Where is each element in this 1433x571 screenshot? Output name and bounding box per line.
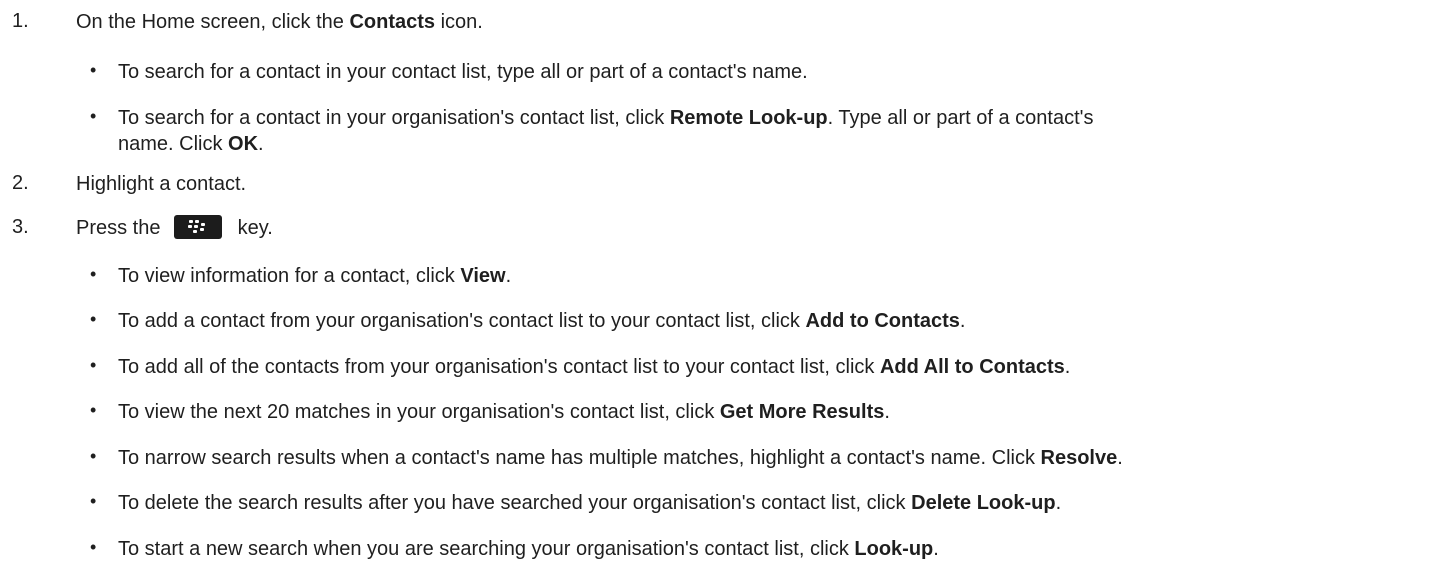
bullet-text-part-bold: Look-up [854,538,934,560]
bullet-text: To add a contact from your organisation'… [118,309,965,333]
step-text-part: Highlight a contact. [76,173,247,195]
bullet-text: To delete the search results after you h… [118,491,1061,515]
bullet-text-part: To add all of the contacts from your org… [118,356,880,378]
bullet-text-part-bold: Get More Results [719,401,885,423]
bullet-text-part-bold: Delete Look-up [911,492,1056,514]
step-text-part-bold: Contacts [349,11,436,33]
step-number: 2. [12,172,29,194]
step-text-part: key. [232,217,273,239]
bullet-text-part: . [1117,447,1123,469]
bullet-text-part-bold: Add to Contacts [805,310,960,332]
bullet-text-part: To search for a contact in your contact … [118,61,808,83]
bullet-text-part: To view information for a contact, click [118,265,461,287]
bullet: • [90,491,97,511]
bullet-text-part-bold: OK [228,133,259,155]
bullet-text: To narrow search results when a contact'… [118,446,1123,470]
blackberry-menu-key-icon [174,214,223,239]
bullet-text-part: . Type all or part of a contact's [827,107,1094,129]
bullet: • [90,446,97,466]
step-text: Press the key. [76,214,273,240]
bullet-text-part: To add a contact from your organisation'… [118,310,806,332]
bullet-text-part: . [1064,356,1071,378]
bullet: • [90,60,97,80]
instruction-document: 1. On the Home screen, click the Contact… [0,0,1433,571]
bullet-text-part: . [959,310,966,332]
bullet: • [90,264,97,284]
step-text: Highlight a contact. [76,172,246,196]
bullet-text: To view the next 20 matches in your orga… [118,400,890,424]
bullet-text-part: To start a new search when you are searc… [118,538,855,560]
bullet-text-part: . [1055,492,1062,514]
bullet-text-part-bold: Remote Look-up [669,107,828,129]
bullet-text: To start a new search when you are searc… [118,537,939,561]
bullet-text-part: To view the next 20 matches in your orga… [118,401,720,423]
bullet-text-continuation: name. Click OK. [118,132,264,156]
step-text-part: Press the [76,217,167,239]
bullet-text-part: To delete the search results after you h… [118,492,912,514]
bullet: • [90,309,97,329]
bullet-text: To search for a contact in your contact … [118,60,808,84]
step-number: 1. [12,10,29,32]
step-text-part: On the Home screen, click the [76,11,350,33]
bullet: • [90,355,97,375]
bullet-text-part: To narrow search results when a contact'… [118,447,1041,469]
bullet-text-part-bold: View [460,265,506,287]
bullet-text: To add all of the contacts from your org… [118,355,1070,379]
bullet-text: To search for a contact in your organisa… [118,106,1093,130]
step-text-part: icon. [435,11,483,33]
bullet-text-part: To search for a contact in your organisa… [118,107,670,129]
bullet-text: To view information for a contact, click… [118,264,511,288]
bullet: • [90,537,97,557]
bullet-text-part-bold: Add All to Contacts [879,356,1065,378]
bullet-text-part: name. Click [118,133,229,155]
bullet-text-part: . [933,538,939,560]
bullet-text-part: . [258,133,264,155]
step-text: On the Home screen, click the Contacts i… [76,10,483,34]
step-number: 3. [12,216,29,238]
blackberry-logo-icon [188,219,206,233]
bullet-text-part: . [884,401,890,423]
bullet-text-part-bold: Resolve [1040,447,1118,469]
bullet: • [90,400,97,420]
bullet: • [90,106,97,126]
bullet-text-part: . [505,265,512,287]
